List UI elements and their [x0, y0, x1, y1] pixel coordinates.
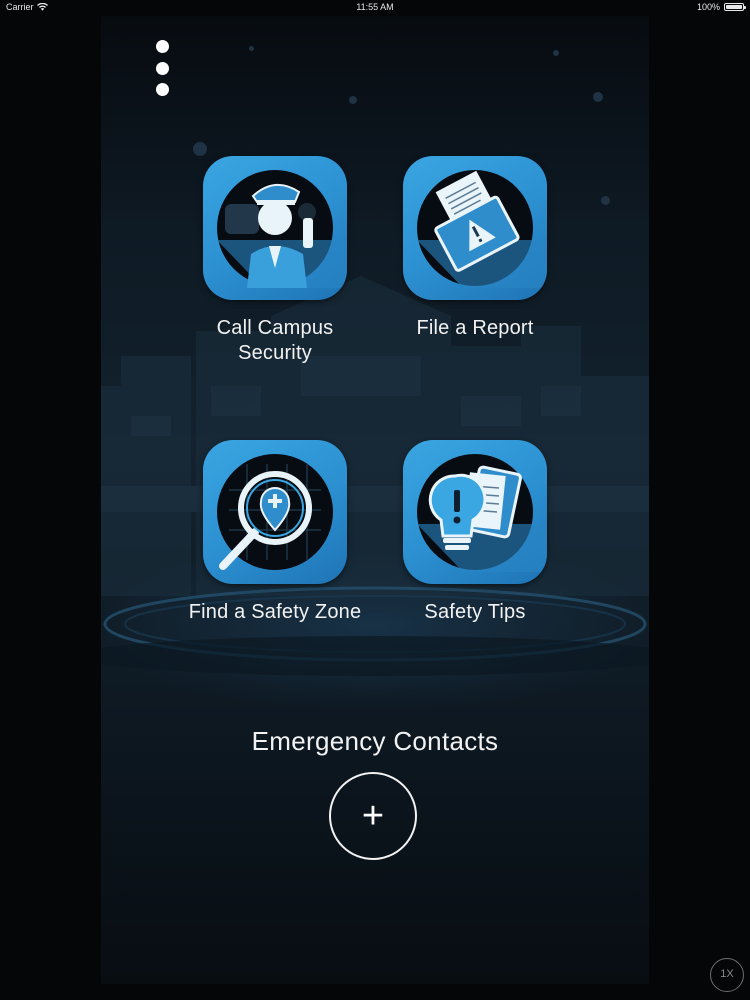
add-emergency-contact-button[interactable]: + [329, 772, 417, 860]
background-dot [249, 46, 254, 51]
security-officer-icon [203, 156, 347, 300]
background-dot [553, 50, 559, 56]
file-a-report-tile[interactable]: File a Report [365, 156, 585, 341]
background-dot [349, 96, 357, 104]
status-bar: Carrier 11:55 AM 100% [0, 0, 750, 16]
more-menu-button[interactable] [151, 40, 173, 96]
background-dot [193, 142, 207, 156]
status-time: 11:55 AM [356, 2, 394, 12]
more-vertical-icon [155, 83, 169, 96]
emergency-contacts-title: Emergency Contacts [251, 726, 499, 756]
report-folder-warning-icon [403, 156, 547, 300]
tile-label: Call Campus Security [216, 317, 334, 364]
app-screen: Carrier 11:55 AM 100% Call Campus Securi… [0, 0, 750, 1000]
background-dot [601, 196, 610, 205]
battery-indicator: 100% [696, 2, 746, 12]
more-vertical-icon [155, 40, 169, 53]
app-content: Call Campus Security File a Report Find … [101, 16, 649, 984]
safety-tips-tile[interactable]: Safety Tips [365, 440, 585, 625]
lightbulb-tips-icon [403, 440, 547, 584]
battery-percent: 100% [696, 2, 720, 12]
tile-label: File a Report [416, 317, 534, 339]
map-search-pin-icon [203, 440, 347, 584]
battery-icon [724, 3, 746, 11]
tile-label: Safety Tips [424, 601, 526, 623]
plus-icon: + [361, 795, 385, 837]
find-a-safety-zone-tile[interactable]: Find a Safety Zone [165, 440, 385, 625]
tile-label: Find a Safety Zone [188, 601, 362, 623]
playback-speed-badge[interactable]: 1X [710, 958, 744, 992]
background-dot [593, 92, 603, 102]
call-campus-security-tile[interactable]: Call Campus Security [165, 156, 385, 366]
more-vertical-icon [155, 61, 169, 75]
